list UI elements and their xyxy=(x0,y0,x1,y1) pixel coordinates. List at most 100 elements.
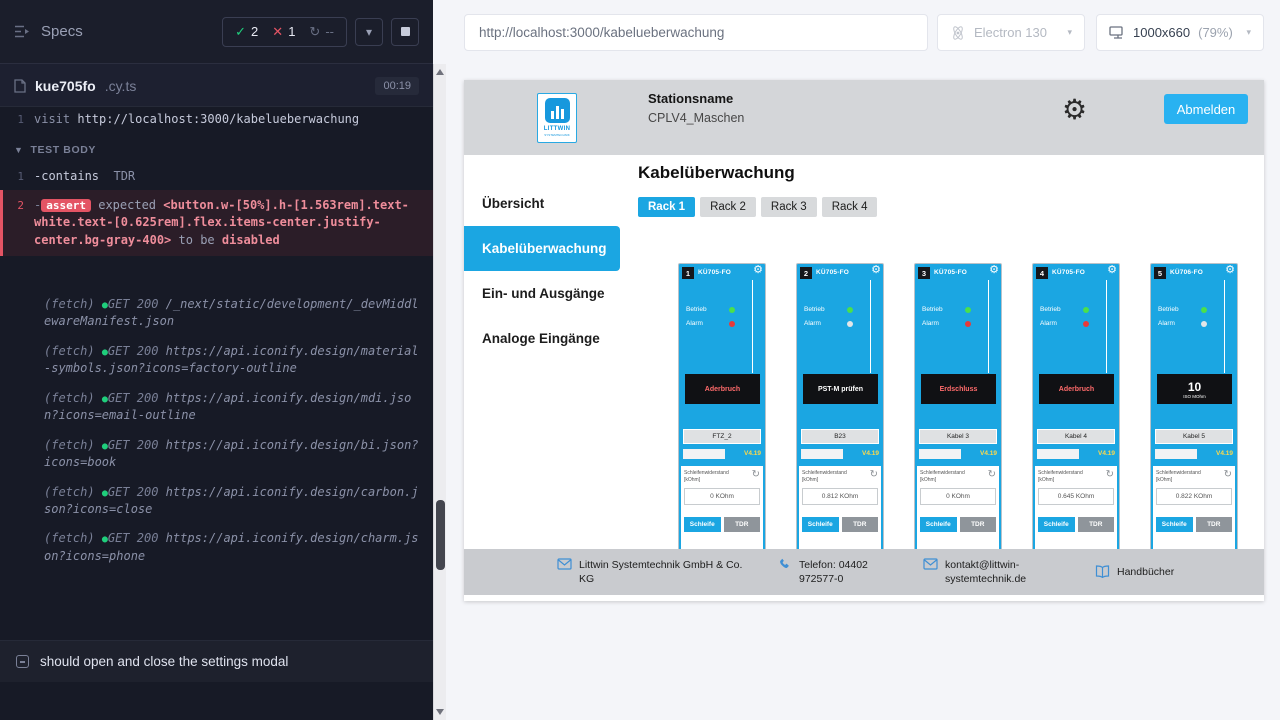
fetch-log[interactable]: (fetch) ●GET 200 /_next/static/developme… xyxy=(0,296,433,343)
test-body-section[interactable]: ▼ TEST BODY xyxy=(0,132,433,164)
passed-icon: ✓ xyxy=(235,24,246,40)
fetch-status: GET 200 xyxy=(108,485,159,499)
card-number: 4 xyxy=(1036,267,1048,279)
card-model: KÜ705-FO xyxy=(698,269,731,276)
scroll-down-icon[interactable] xyxy=(436,709,444,715)
next-test-row[interactable]: should open and close the settings modal xyxy=(0,640,433,682)
refresh-icon[interactable]: ↻ xyxy=(1224,470,1232,480)
tdr-button[interactable]: TDR xyxy=(960,517,997,532)
viewport-select[interactable]: 1000x660 (79%) ▾ xyxy=(1096,14,1264,51)
schleife-button[interactable]: Schleife xyxy=(1038,517,1075,532)
stop-button[interactable] xyxy=(391,18,419,46)
cable-name: Kabel 5 xyxy=(1155,429,1233,444)
sidebar-item-analoge-eingaenge[interactable]: Analoge Eingänge xyxy=(464,316,636,361)
collapse-button[interactable]: ▾ xyxy=(355,18,383,46)
settings-gear-icon[interactable]: ⚙ xyxy=(1062,96,1087,124)
footer-company[interactable]: Littwin Systemtechnik GmbH & Co. KG xyxy=(557,558,747,586)
device-card: 3 KÜ705-FO ⚙ Betrieb Alarm Erdschluss Ka… xyxy=(914,263,1002,563)
footer-manuals[interactable]: Handbücher xyxy=(1095,565,1174,579)
fetch-tag: (fetch) xyxy=(44,344,95,358)
contains-command: -contains xyxy=(34,168,99,185)
fetch-log[interactable]: (fetch) ●GET 200 https://api.iconify.des… xyxy=(0,484,433,531)
firmware-version: V4.19 xyxy=(1098,450,1115,457)
card-divider xyxy=(1106,280,1107,373)
resistance-value: 0.645 KOhm xyxy=(1038,488,1114,505)
viewport-zoom: (79%) xyxy=(1198,25,1233,40)
refresh-icon[interactable]: ↻ xyxy=(988,470,996,480)
resistance-label: Schleifenwiderstand [kOhm] xyxy=(684,470,740,484)
card-gear-icon[interactable]: ⚙ xyxy=(1107,265,1117,276)
chevron-down-icon: ▾ xyxy=(366,25,372,39)
contains-log[interactable]: 1 -contains TDR xyxy=(0,164,433,189)
refresh-icon[interactable]: ↻ xyxy=(870,470,878,480)
tab-rack-1[interactable]: Rack 1 xyxy=(638,197,695,217)
card-model: KÜ705-FO xyxy=(934,269,967,276)
assert-error-log[interactable]: 2 -assert expected <button.w-[50%].h-[1.… xyxy=(0,190,433,256)
spec-header[interactable]: kue705fo.cy.ts 00:19 xyxy=(0,64,433,107)
footer-email[interactable]: kontakt@littwin-systemtechnik.de xyxy=(923,558,1063,586)
chevron-down-icon: ▾ xyxy=(1067,27,1072,38)
blank-field xyxy=(683,449,725,459)
fetch-tag: (fetch) xyxy=(44,438,95,452)
tdr-button[interactable]: TDR xyxy=(724,517,761,532)
test-collapsed-icon xyxy=(16,655,29,668)
firmware-version: V4.19 xyxy=(744,450,761,457)
refresh-icon[interactable]: ↻ xyxy=(1106,470,1114,480)
status-display: Erdschluss xyxy=(921,374,996,404)
refresh-icon[interactable]: ↻ xyxy=(752,470,760,480)
sidebar-item-uebersicht[interactable]: Übersicht xyxy=(464,181,636,226)
app-viewport: LITTWIN SYSTEMTECHNIK Stationsname CPLV4… xyxy=(464,80,1264,601)
visit-command: visit xyxy=(34,111,70,128)
fetch-log[interactable]: (fetch) ●GET 200 https://api.iconify.des… xyxy=(0,343,433,390)
status-text: Erdschluss xyxy=(940,386,978,393)
fetch-status: GET 200 xyxy=(108,438,159,452)
blank-field xyxy=(801,449,843,459)
card-gear-icon[interactable]: ⚙ xyxy=(989,265,999,276)
chevron-down-icon: ▼ xyxy=(14,145,24,155)
browser-select[interactable]: Electron 130 ▾ xyxy=(937,14,1085,51)
tdr-button[interactable]: TDR xyxy=(1078,517,1115,532)
reporter-header: Specs ✓2 ✕1 ↻-- ▾ xyxy=(0,0,433,64)
app-header: LITTWIN SYSTEMTECHNIK Stationsname CPLV4… xyxy=(464,80,1264,155)
measurement-panel: Schleifenwiderstand [kOhm]↻ 0.645 KOhm S… xyxy=(1035,466,1117,560)
cable-name: Kabel 3 xyxy=(919,429,997,444)
mail-icon xyxy=(557,558,572,570)
tdr-button[interactable]: TDR xyxy=(1196,517,1233,532)
fetch-log[interactable]: (fetch) ●GET 200 https://api.iconify.des… xyxy=(0,437,433,484)
alarm-label: Alarm xyxy=(1040,320,1057,327)
schleife-button[interactable]: Schleife xyxy=(684,517,721,532)
fetch-log[interactable]: (fetch) ●GET 200 https://api.iconify.des… xyxy=(0,390,433,437)
tdr-button[interactable]: TDR xyxy=(842,517,879,532)
card-gear-icon[interactable]: ⚙ xyxy=(871,265,881,276)
fetch-url: https://api.iconify.design/carbon.json?i… xyxy=(44,485,419,517)
alarm-led xyxy=(1201,321,1207,327)
schleife-button[interactable]: Schleife xyxy=(802,517,839,532)
tab-rack-3[interactable]: Rack 3 xyxy=(761,197,817,217)
alarm-label: Alarm xyxy=(1158,320,1175,327)
logout-button[interactable]: Abmelden xyxy=(1164,94,1248,124)
line-number: 1 xyxy=(0,168,34,185)
schleife-button[interactable]: Schleife xyxy=(1156,517,1193,532)
scrollbar-thumb[interactable] xyxy=(436,500,445,570)
card-gear-icon[interactable]: ⚙ xyxy=(1225,265,1235,276)
phone-icon xyxy=(779,558,792,571)
specs-menu[interactable]: Specs xyxy=(14,23,83,40)
fetch-log[interactable]: (fetch) ●GET 200 https://api.iconify.des… xyxy=(0,530,433,577)
tab-rack-4[interactable]: Rack 4 xyxy=(822,197,878,217)
schleife-button[interactable]: Schleife xyxy=(920,517,957,532)
visit-log[interactable]: 1 visit http://localhost:3000/kabelueber… xyxy=(0,107,433,132)
scroll-up-icon[interactable] xyxy=(436,69,444,75)
tab-rack-2[interactable]: Rack 2 xyxy=(700,197,756,217)
fetch-tag: (fetch) xyxy=(44,297,95,311)
url-input[interactable]: http://localhost:3000/kabelueberwachung xyxy=(464,14,928,51)
sidebar-item-ein-und-ausgaenge[interactable]: Ein- und Ausgänge xyxy=(464,271,636,316)
resistance-label: Schleifenwiderstand [kOhm] xyxy=(920,470,976,484)
sidebar-item-kabelueberwachung[interactable]: Kabelüberwachung xyxy=(464,226,620,271)
line-number: 1 xyxy=(0,111,34,128)
card-gear-icon[interactable]: ⚙ xyxy=(753,265,763,276)
status-display: Aderbruch xyxy=(685,374,760,404)
device-card: 2 KÜ705-FO ⚙ Betrieb Alarm PST-M prüfen … xyxy=(796,263,884,563)
cable-name: Kabel 4 xyxy=(1037,429,1115,444)
reporter-scrollbar[interactable] xyxy=(433,64,446,720)
footer-phone[interactable]: Telefon: 04402 972577-0 xyxy=(779,558,891,586)
